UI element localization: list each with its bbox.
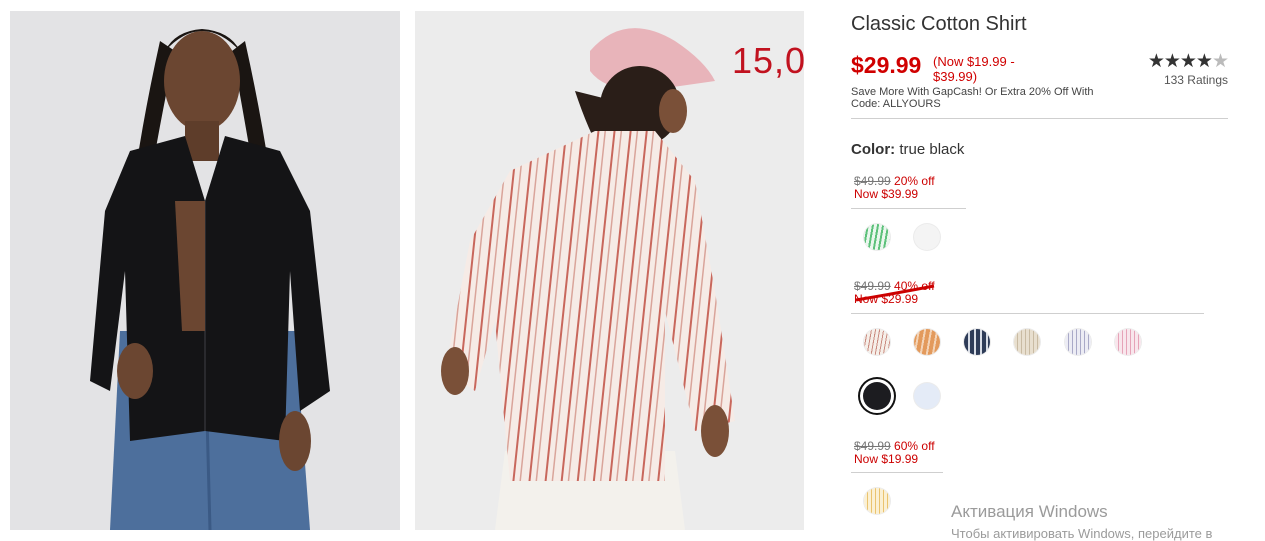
now-price: Now $39.99 <box>854 187 919 201</box>
swatch-lavender-stripe[interactable] <box>1065 329 1091 355</box>
swatch-orange-stripe[interactable] <box>914 329 940 355</box>
swatch-navy-stripe[interactable] <box>964 329 990 355</box>
discount-label: 60% off <box>894 439 935 453</box>
windows-activation-title: Активация Windows <box>951 502 1108 521</box>
product-photo-primary[interactable] <box>10 11 400 530</box>
swatch-true-black[interactable] <box>863 382 891 410</box>
discount-label: 20% off <box>894 174 935 188</box>
divider <box>851 313 1204 314</box>
swatch-white[interactable] <box>914 224 940 250</box>
color-label: Color: true black <box>851 141 964 158</box>
divider <box>851 208 966 209</box>
now-price: Now $19.99 <box>854 452 919 466</box>
divider <box>851 472 943 473</box>
stars-full-icon: ★★★★ <box>1147 51 1213 72</box>
swatch-green-stripe[interactable] <box>864 224 890 250</box>
old-price: $49.99 <box>854 439 891 453</box>
price-group-3: $49.99 60% off Now $19.99 <box>854 440 935 466</box>
swatch-beige-stripe[interactable] <box>1014 329 1040 355</box>
color-label-key: Color: <box>851 141 896 158</box>
promo-text: Save More With GapCash! Or Extra 20% Off… <box>851 86 1094 110</box>
swatch-rose-stripe[interactable] <box>1115 329 1141 355</box>
star-half-icon: ★ <box>1211 51 1229 72</box>
rating-stars: ★★★★★ <box>1126 51 1229 72</box>
divider <box>851 118 1228 119</box>
swatch-light-blue[interactable] <box>914 383 940 409</box>
swatch-pink-stripe[interactable] <box>864 329 890 355</box>
rating-count[interactable]: 133 Ratings <box>1126 73 1228 87</box>
old-price: $49.99 <box>854 174 891 188</box>
model-black-shirt-image <box>10 11 400 530</box>
overlay-number: 15,0 <box>732 40 807 81</box>
price-group-1: $49.99 20% off Now $39.99 <box>854 175 935 201</box>
windows-activation-subtitle: Чтобы активировать Windows, перейдите в <box>951 526 1213 541</box>
red-strike-mark <box>855 284 935 302</box>
product-price: $29.99 <box>851 52 922 78</box>
model-striped-shirt-image <box>415 11 804 530</box>
product-photo-secondary[interactable] <box>415 11 804 530</box>
rating-block[interactable]: ★★★★★ 133 Ratings <box>1126 51 1229 88</box>
color-value: true black <box>899 141 965 158</box>
product-title: Classic Cotton Shirt <box>851 13 1027 35</box>
swatch-yellow-stripe[interactable] <box>864 488 890 514</box>
price-range: (Now $19.99 - $39.99) <box>933 54 1015 84</box>
